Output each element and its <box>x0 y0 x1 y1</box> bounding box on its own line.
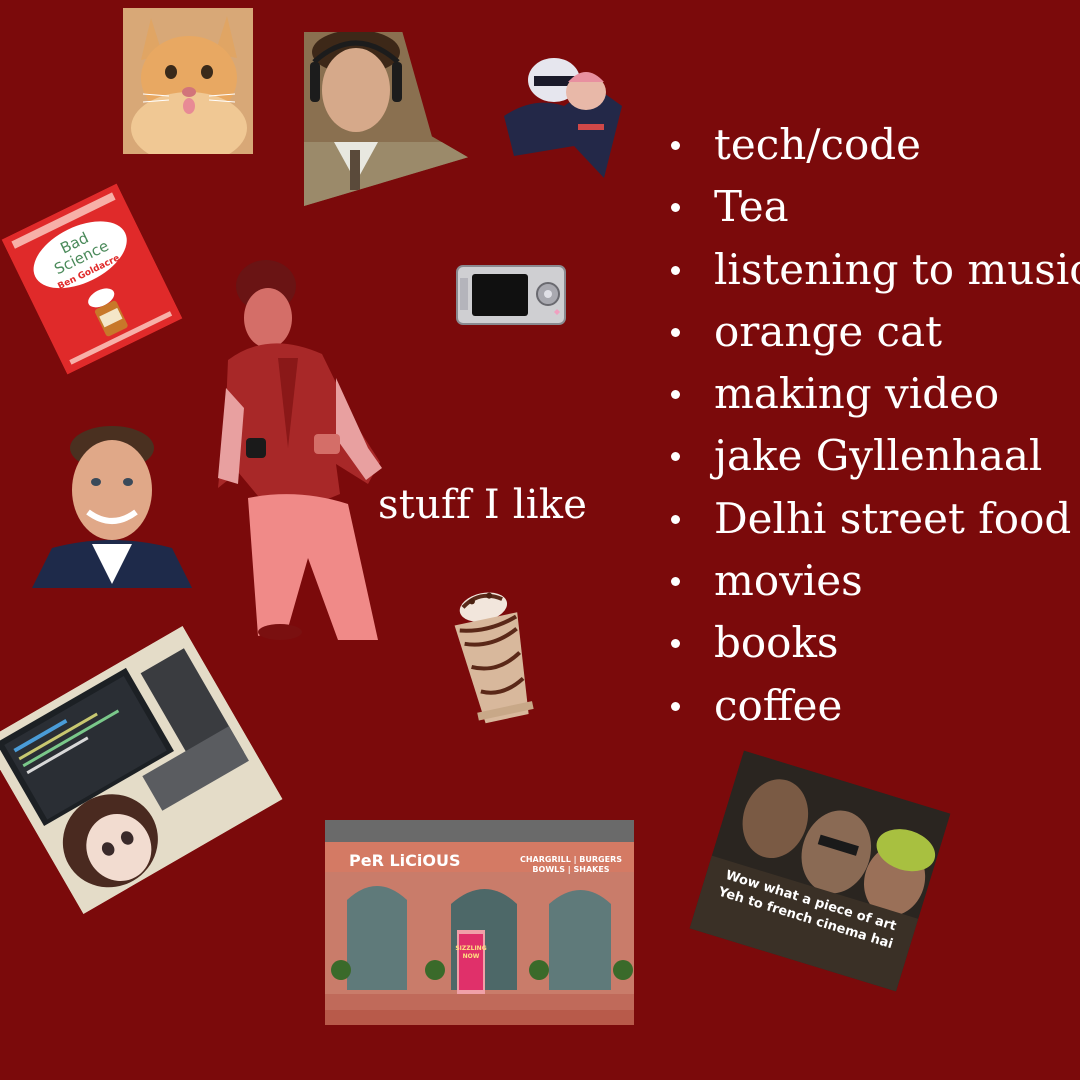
board-line1: SIZZLING <box>455 945 486 952</box>
smiling-man-suit-photo <box>32 424 192 588</box>
bullet-icon <box>671 390 680 400</box>
iced-coffee-frappe-image <box>431 579 558 735</box>
list-item-label: listening to music <box>714 244 1080 294</box>
digital-camera-image <box>456 264 566 326</box>
anime-characters-image <box>494 46 624 180</box>
list-item-label: movies <box>714 556 863 606</box>
list-item-label: orange cat <box>714 306 942 356</box>
list-item: movies <box>668 550 1080 612</box>
bad-science-book-cover: Bad Science Ben Goldacre <box>1 183 183 375</box>
restaurant-sign-line1: CHARGRILL | BURGERS <box>520 855 622 864</box>
list-item-label: Delhi street food <box>714 493 1072 543</box>
collage-canvas: Bad Science Ben Goldacre PeR LiCiOUS CHA… <box>0 0 1080 1080</box>
list-item: tech/code <box>668 114 1080 176</box>
man-headphones-photo <box>304 32 468 206</box>
french-cinema-meme-image: Wow what a piece of art Yeh to french ci… <box>689 750 951 992</box>
bullet-icon <box>671 639 680 649</box>
list-item-label: Tea <box>714 182 789 232</box>
board-line2: NOW <box>463 953 480 960</box>
list-item: Tea <box>668 176 1080 238</box>
list-item-label: making video <box>714 369 1000 419</box>
list-item-label: coffee <box>714 680 843 730</box>
varsity-jacket-person-photo <box>218 258 386 644</box>
list-item-label: jake Gyllenhaal <box>714 431 1043 481</box>
orange-cat-photo <box>123 8 253 154</box>
list-item-label: tech/code <box>714 120 922 169</box>
bullet-icon <box>671 203 680 213</box>
bullet-icon <box>671 452 680 462</box>
likes-list: tech/code Tea listening to music orange … <box>668 114 1080 737</box>
list-item-label: books <box>714 618 839 668</box>
anime-girl-computer-image <box>0 625 283 915</box>
perlicious-restaurant-photo: PeR LiCiOUS CHARGRILL | BURGERS BOWLS | … <box>325 820 634 1025</box>
list-item: making video <box>668 363 1080 425</box>
list-item: coffee <box>668 675 1080 737</box>
stuff-i-like-caption: stuff I like <box>378 482 588 528</box>
bullet-icon <box>671 327 680 337</box>
restaurant-name: PeR LiCiOUS <box>349 851 461 870</box>
bullet-icon <box>671 577 680 587</box>
list-item: Delhi street food <box>668 488 1080 550</box>
bullet-icon <box>671 514 680 524</box>
restaurant-sign-line2: BOWLS | SHAKES <box>532 865 609 874</box>
list-item: books <box>668 612 1080 674</box>
list-item: listening to music <box>668 239 1080 301</box>
list-item: orange cat <box>668 301 1080 363</box>
list-item: jake Gyllenhaal <box>668 425 1080 487</box>
bullet-icon <box>671 141 680 150</box>
bullet-icon <box>671 701 680 711</box>
bullet-icon <box>671 265 680 275</box>
